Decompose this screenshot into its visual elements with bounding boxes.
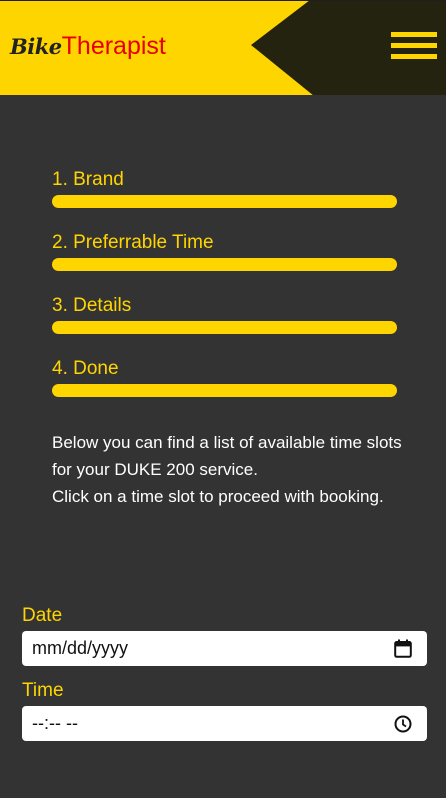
step-progress-bar [52,195,397,208]
step-preferrable-time: 2. Preferrable Time [52,231,397,294]
date-label: Date [22,605,63,626]
logo-therapist-text: Therapist [61,32,166,60]
info-line-click-slot: Click on a time slot to proceed with boo… [52,487,384,506]
step-label: 1. Brand [52,169,124,190]
time-label: Time [22,680,64,701]
date-input[interactable]: mm/dd/yyyy [22,631,427,666]
step-label: 4. Done [52,358,119,379]
step-brand: 1. Brand [52,168,397,231]
info-text: Below you can find a list of available t… [52,429,402,510]
calendar-icon[interactable] [393,639,413,659]
logo-bike-text: Bike [10,34,62,59]
info-line-available-slots: Below you can find a list of available t… [52,433,402,479]
time-input[interactable]: --:-- -- [22,706,427,741]
date-input-value: mm/dd/yyyy [32,638,129,658]
step-label: 2. Preferrable Time [52,232,214,253]
step-done: 4. Done [52,357,397,420]
logo[interactable]: BikeTherapist [10,31,166,62]
step-details: 3. Details [52,294,397,357]
booking-steps: 1. Brand 2. Preferrable Time 3. Details … [52,168,397,420]
step-progress-bar [52,258,397,271]
step-progress-bar [52,384,397,397]
time-input-value: --:-- -- [32,713,78,733]
step-label: 3. Details [52,295,132,316]
site-header: BikeTherapist [0,0,446,95]
step-progress-bar [52,321,397,334]
hamburger-menu-icon[interactable] [391,32,437,60]
clock-icon[interactable] [393,714,413,734]
